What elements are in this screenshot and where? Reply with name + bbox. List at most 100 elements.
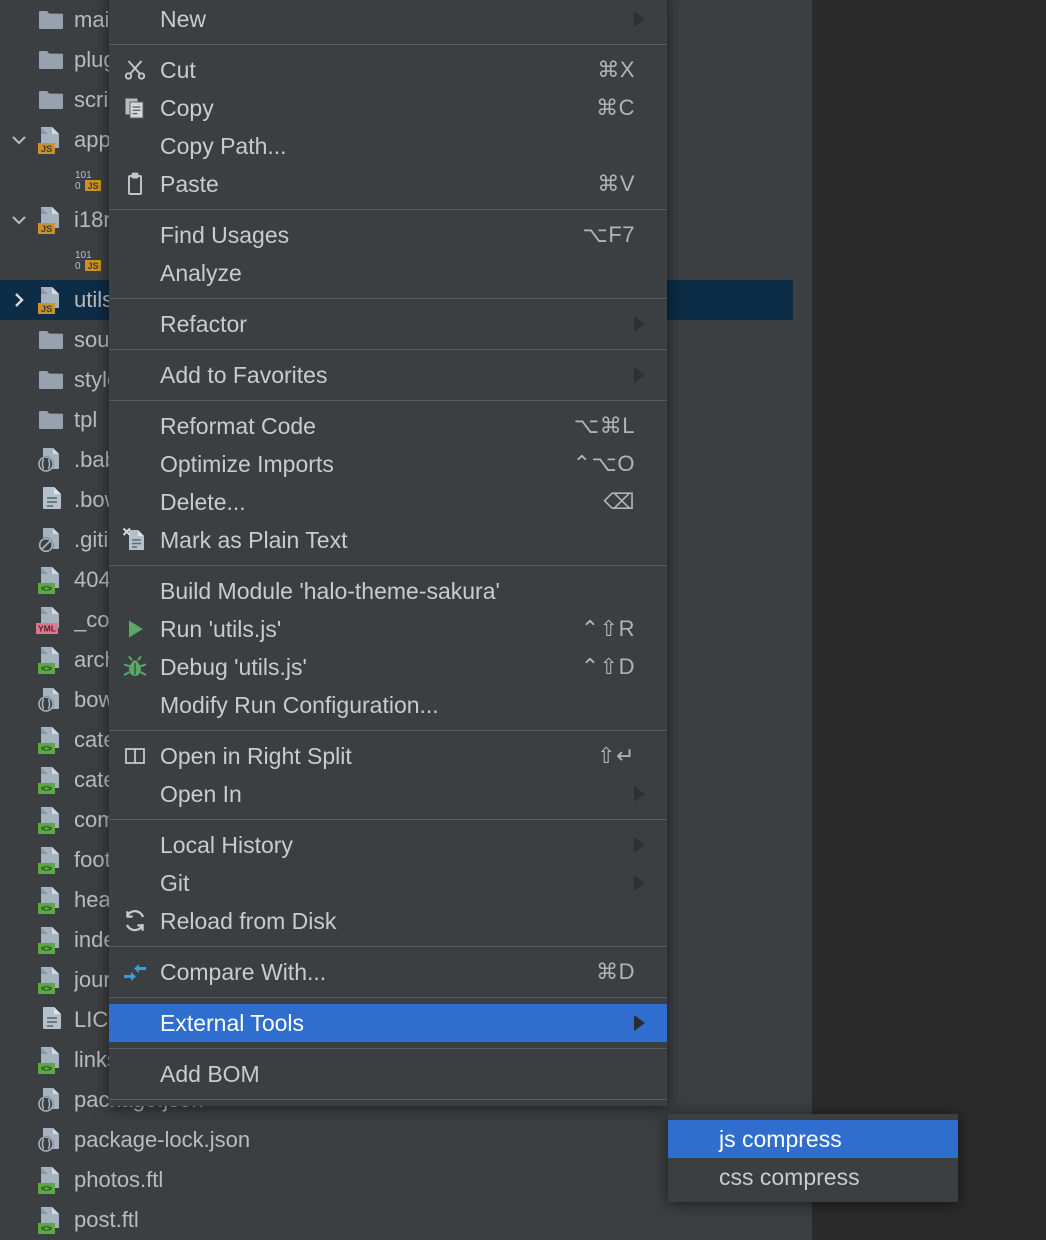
- editor-pane: [812, 0, 1046, 1240]
- menu-item-label: Debug 'utils.js': [160, 653, 307, 680]
- menu-item[interactable]: Run 'utils.js' ⌃⇧R: [109, 610, 667, 648]
- menu-item-label: Cut: [160, 56, 196, 83]
- menu-item[interactable]: New: [109, 0, 667, 38]
- svg-text:YML: YML: [38, 624, 56, 634]
- svg-text:<>: <>: [41, 584, 53, 595]
- js-file-icon: JS: [34, 125, 68, 155]
- menu-item[interactable]: External Tools: [109, 1004, 667, 1042]
- menu-item-label: New: [160, 5, 207, 32]
- js-min-file-icon: 101 0 JS: [72, 245, 106, 275]
- text-file-icon: [34, 1005, 68, 1035]
- menu-item[interactable]: Build Module 'halo-theme-sakura': [109, 572, 667, 610]
- json-file-icon: [34, 445, 68, 475]
- ftl-file-icon: <>: [34, 725, 68, 755]
- menu-item[interactable]: Add to Favorites: [109, 356, 667, 394]
- menu-item-label: Analyze: [160, 259, 242, 286]
- svg-text:<>: <>: [41, 824, 53, 835]
- ftl-file-icon: <>: [34, 1045, 68, 1075]
- ignore-file-icon: [34, 525, 68, 555]
- tree-item-label: package-lock.json: [74, 1127, 251, 1152]
- submenu-item[interactable]: css compress: [668, 1158, 958, 1196]
- menu-item[interactable]: Open in Right Split ⇧↵: [109, 737, 667, 775]
- svg-text:101: 101: [75, 250, 92, 261]
- svg-text:JS: JS: [41, 144, 53, 155]
- menu-item-shortcut: ⌥F7: [582, 222, 635, 247]
- tree-item-label: photos.ftl: [74, 1167, 164, 1192]
- svg-text:<>: <>: [41, 784, 53, 795]
- svg-text:<>: <>: [41, 1184, 53, 1195]
- folder-icon: [34, 85, 68, 115]
- menu-item[interactable]: Add BOM: [109, 1055, 667, 1093]
- menu-item-label: Paste: [160, 170, 219, 197]
- chevron-down-icon[interactable]: [4, 210, 34, 230]
- menu-item[interactable]: Compare With... ⌘D: [109, 953, 667, 991]
- menu-item[interactable]: Debug 'utils.js' ⌃⇧D: [109, 648, 667, 686]
- menu-item[interactable]: Copy ⌘C: [109, 89, 667, 127]
- svg-text:0: 0: [75, 181, 81, 192]
- svg-text:<>: <>: [41, 984, 53, 995]
- menu-item[interactable]: Reformat Code ⌥⌘L: [109, 407, 667, 445]
- ide-screenshot-root: mail_templatepluginsscriptsJSapp.js1010J…: [0, 0, 1046, 1240]
- menu-item[interactable]: Modify Run Configuration...: [109, 686, 667, 724]
- svg-text:<>: <>: [41, 904, 53, 915]
- json-file-icon: [34, 1085, 68, 1115]
- submenu-arrow-icon: [634, 367, 645, 383]
- ftl-file-icon: <>: [34, 845, 68, 875]
- menu-item-shortcut: ⌘V: [597, 171, 635, 196]
- menu-item-label: Optimize Imports: [160, 450, 334, 477]
- context-menu[interactable]: New Cut ⌘X Copy ⌘C Copy Path... Paste ⌘V Find Us…: [109, 0, 667, 1106]
- chevron-right-icon[interactable]: [4, 290, 34, 310]
- json-file-icon: [34, 1125, 68, 1155]
- menu-item-label: Add to Favorites: [160, 361, 328, 388]
- menu-item[interactable]: Reload from Disk: [109, 902, 667, 940]
- ftl-file-icon: <>: [34, 885, 68, 915]
- menu-item[interactable]: Paste ⌘V: [109, 165, 667, 203]
- menu-item[interactable]: Delete... ⌫: [109, 483, 667, 521]
- external-tools-submenu[interactable]: js compress css compress: [668, 1114, 958, 1202]
- submenu-arrow-icon: [634, 837, 645, 853]
- project-scrollbar-track[interactable]: [793, 0, 805, 1240]
- submenu-item-label: js compress: [719, 1125, 842, 1152]
- menu-item[interactable]: Git: [109, 864, 667, 902]
- reload-icon: [109, 908, 160, 934]
- menu-separator: [109, 298, 667, 299]
- svg-text:JS: JS: [87, 261, 98, 271]
- menu-item-shortcut: ⌘C: [596, 95, 635, 120]
- folder-icon: [34, 405, 68, 435]
- menu-item[interactable]: Analyze: [109, 254, 667, 292]
- ftl-file-icon: <>: [34, 1205, 68, 1235]
- menu-item-shortcut: ⇧↵: [597, 743, 635, 768]
- menu-item[interactable]: Find Usages ⌥F7: [109, 216, 667, 254]
- menu-item[interactable]: Cut ⌘X: [109, 51, 667, 89]
- menu-separator: [109, 730, 667, 731]
- svg-text:JS: JS: [41, 224, 53, 235]
- menu-separator: [109, 819, 667, 820]
- tree-row[interactable]: <> post.ftl: [0, 1200, 793, 1240]
- menu-item-label: Find Usages: [160, 221, 290, 248]
- menu-item[interactable]: Local History: [109, 826, 667, 864]
- yml-file-icon: YML: [34, 605, 68, 635]
- tree-item-label: post.ftl: [74, 1207, 139, 1232]
- split-icon: [109, 744, 160, 768]
- menu-item[interactable]: Open In: [109, 775, 667, 813]
- ftl-file-icon: <>: [34, 765, 68, 795]
- menu-item-label: Copy Path...: [160, 132, 287, 159]
- svg-text:101: 101: [75, 170, 92, 181]
- menu-item[interactable]: Mark as Plain Text: [109, 521, 667, 559]
- menu-separator: [109, 349, 667, 350]
- menu-separator: [109, 565, 667, 566]
- chevron-down-icon[interactable]: [4, 130, 34, 150]
- menu-item-label: Delete...: [160, 488, 246, 515]
- submenu-arrow-icon: [634, 1015, 645, 1031]
- menu-item[interactable]: Refactor: [109, 305, 667, 343]
- menu-item-label: Build Module 'halo-theme-sakura': [160, 577, 500, 604]
- menu-item-label: Compare With...: [160, 958, 327, 985]
- menu-item-label: Reload from Disk: [160, 907, 337, 934]
- menu-separator: [109, 400, 667, 401]
- submenu-arrow-icon: [634, 11, 645, 27]
- menu-item[interactable]: Copy Path...: [109, 127, 667, 165]
- submenu-item[interactable]: js compress: [668, 1120, 958, 1158]
- menu-item[interactable]: Optimize Imports ⌃⌥O: [109, 445, 667, 483]
- ftl-file-icon: <>: [34, 805, 68, 835]
- menu-item-shortcut: ⌘X: [597, 57, 635, 82]
